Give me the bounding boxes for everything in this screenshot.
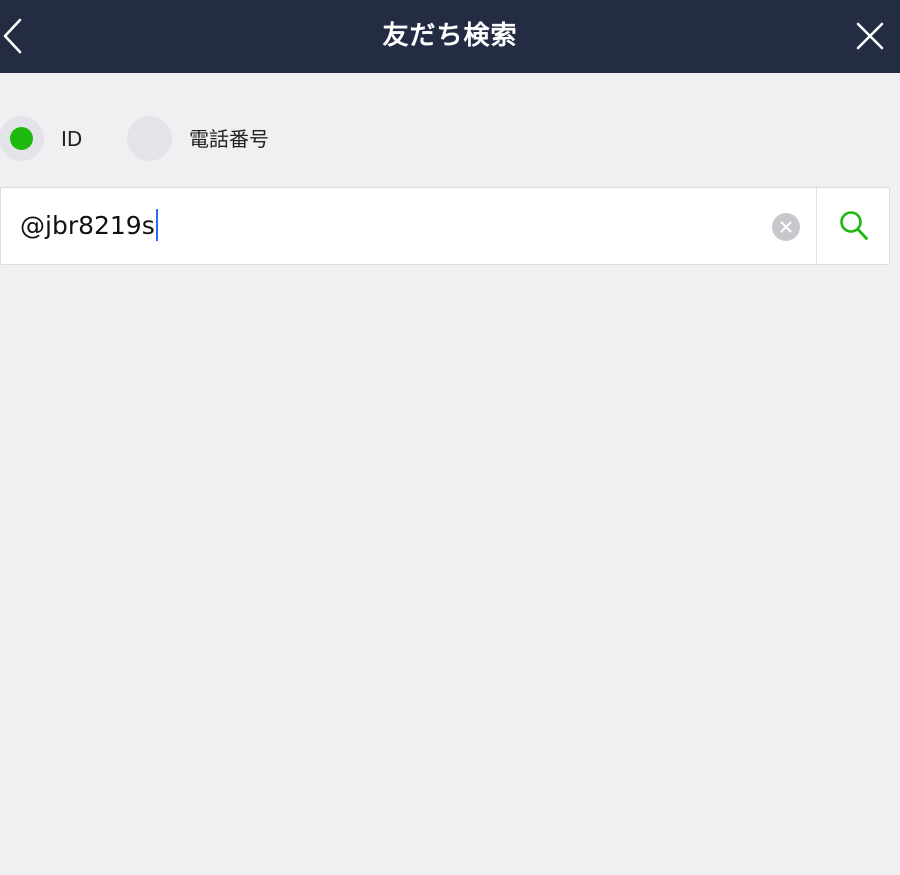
close-button[interactable] <box>840 0 900 73</box>
search-box: @jbr8219s <box>0 187 890 265</box>
radio-phone-number[interactable]: 電話番号 <box>127 116 297 162</box>
search-button[interactable] <box>817 188 889 264</box>
close-icon <box>856 22 884 50</box>
search-icon <box>840 211 868 240</box>
header-bar: 友だち検索 <box>0 0 900 73</box>
search-type-selector: ID 電話番号 <box>0 116 900 162</box>
radio-id-label: ID <box>61 127 83 151</box>
text-caret <box>155 209 158 241</box>
radio-selected-dot <box>10 127 33 150</box>
radio-ring <box>0 116 44 161</box>
radio-phone-number-label: 電話番号 <box>189 127 269 151</box>
radio-id[interactable]: ID <box>0 116 109 162</box>
page-title: 友だち検索 <box>382 21 518 51</box>
radio-ring <box>127 116 172 161</box>
clear-icon <box>780 221 792 233</box>
clear-button[interactable] <box>772 213 800 241</box>
search-input[interactable]: @jbr8219s <box>20 188 158 264</box>
search-input-value: @jbr8219s <box>20 211 155 240</box>
